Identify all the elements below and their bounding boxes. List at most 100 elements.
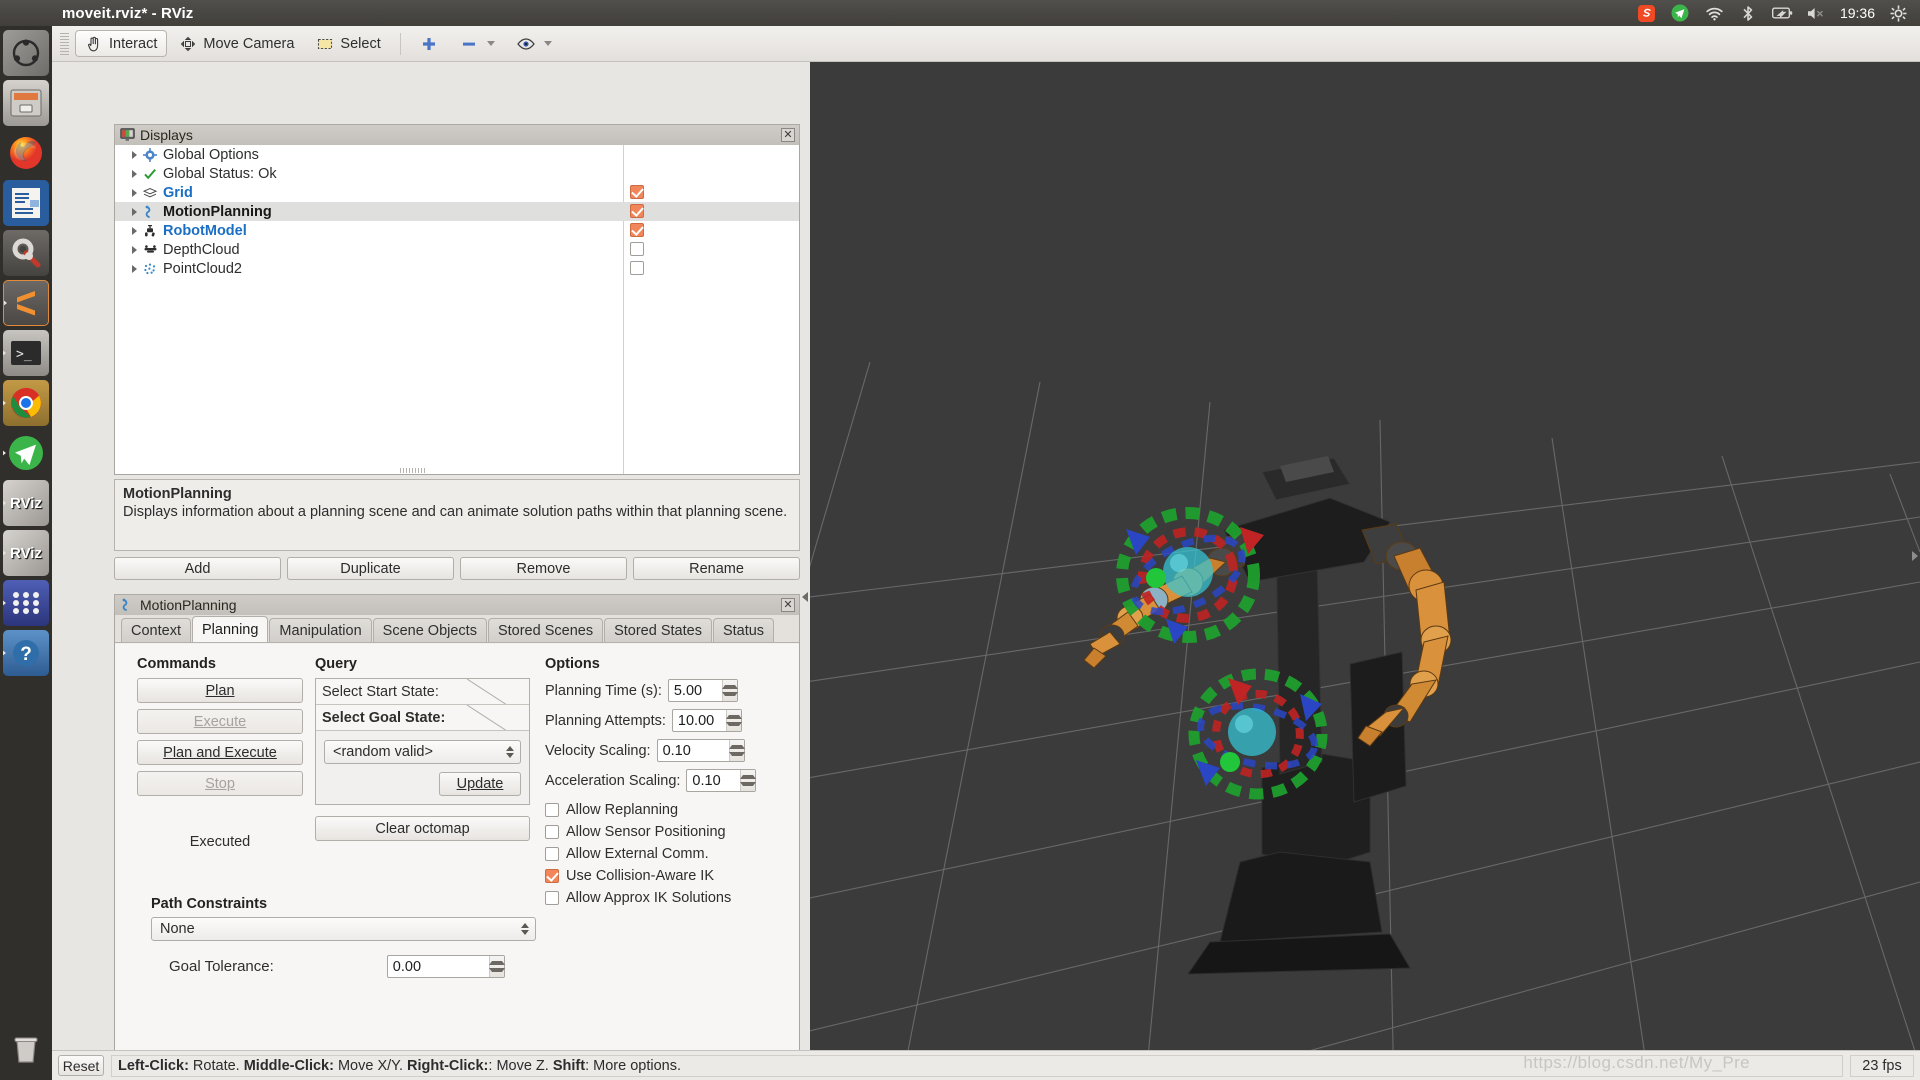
clear-octomap-button[interactable]: Clear octomap [315,816,530,841]
tool-move-camera[interactable]: Move Camera [169,30,304,57]
tree-row[interactable]: PointCloud2 [115,259,799,278]
close-icon[interactable]: ✕ [781,598,795,612]
power-gear-icon[interactable] [1888,3,1909,24]
tab-status[interactable]: Status [712,618,775,642]
tree-item-checkbox[interactable] [630,242,644,256]
remove-tool-button[interactable] [450,30,505,57]
toolbar-drag-handle[interactable] [60,32,69,55]
allow-sensor-positioning-checkbox[interactable] [545,825,559,839]
expand-arrow-icon[interactable] [127,245,141,254]
tree-row[interactable]: RobotModel [115,221,799,240]
expand-arrow-icon[interactable] [127,226,141,235]
tree-item-checkbox[interactable] [630,261,644,275]
launcher-item-trash[interactable] [3,1026,49,1072]
tab-manipulation[interactable]: Manipulation [269,618,372,642]
launcher-item-libreoffice-writer[interactable] [3,180,49,226]
viewport-panel-expand-arrow[interactable] [1912,551,1918,561]
sogou-ime-icon[interactable] [1636,3,1657,24]
launcher-item-help[interactable]: ? [3,630,49,676]
close-icon[interactable]: ✕ [781,128,795,142]
chevron-down-icon[interactable] [486,41,495,46]
displays-tree[interactable]: Global Options Global Status: Ok Grid Mo… [114,145,800,475]
dock-splitter-handle[interactable] [801,582,809,612]
spinner-arrows-icon[interactable] [506,746,516,758]
tab-context[interactable]: Context [121,618,191,642]
tree-row[interactable]: Global Options [115,145,799,164]
launcher-item-system-tools[interactable] [3,230,49,276]
expand-arrow-icon[interactable] [127,188,141,197]
planning-attempts-spinbox[interactable]: 10.00 [671,709,742,732]
allow-replanning-row[interactable]: Allow Replanning [545,802,785,818]
spinner-arrows-icon[interactable] [488,956,505,977]
plan-button[interactable]: Plan [137,678,303,703]
allow-approx-ik-solutions-checkbox[interactable] [545,891,559,905]
stop-button[interactable]: Stop [137,771,303,796]
tab-stored-states[interactable]: Stored States [604,618,712,642]
add-display-button[interactable]: Add [114,557,281,580]
tree-item-checkbox[interactable] [630,185,644,199]
allow-external-comm-checkbox[interactable] [545,847,559,861]
add-tool-button[interactable] [410,30,448,57]
tree-row[interactable]: MotionPlanning [115,202,799,221]
duplicate-display-button[interactable]: Duplicate [287,557,454,580]
telegram-icon[interactable] [1670,3,1691,24]
tool-select[interactable]: Select [306,30,390,57]
clock[interactable]: 19:36 [1840,5,1875,21]
launcher-item-telegram[interactable] [3,430,49,476]
allow-sensor-positioning-row[interactable]: Allow Sensor Positioning [545,824,785,840]
launcher-item-google-chrome[interactable] [3,380,49,426]
acceleration-scaling-spinbox[interactable]: 0.10 [686,769,757,792]
launcher-item-workspace-switcher[interactable] [3,580,49,626]
tree-item-checkbox[interactable] [630,223,644,237]
rename-display-button[interactable]: Rename [633,557,800,580]
launcher-item-firefox[interactable] [3,130,49,176]
tree-row[interactable]: Grid [115,183,799,202]
spinner-arrows-icon[interactable] [721,680,738,701]
focus-camera-button[interactable] [507,30,562,57]
select-start-state-row[interactable]: Select Start State: [316,679,529,705]
expand-arrow-icon[interactable] [127,150,141,159]
goal-tolerance-spinbox[interactable]: 0.00 [386,955,505,978]
use-collision-aware-ik-checkbox[interactable] [545,869,559,883]
rviz-3d-viewport[interactable] [810,62,1920,1050]
spinner-arrows-icon[interactable] [740,770,757,791]
battery-icon[interactable] [1771,3,1793,24]
reset-button[interactable]: Reset [58,1055,104,1076]
launcher-item-ubuntu-dash[interactable] [3,30,49,76]
wifi-icon[interactable] [1704,3,1725,24]
launcher-item-files[interactable] [3,80,49,126]
spinner-arrows-icon[interactable] [725,710,742,731]
tree-item-checkbox[interactable] [630,204,644,218]
tab-stored-scenes[interactable]: Stored Scenes [487,618,604,642]
spinner-arrows-icon[interactable] [521,923,531,935]
tab-scene-objects[interactable]: Scene Objects [372,618,487,642]
bluetooth-icon[interactable] [1738,3,1759,24]
allow-approx-ik-solutions-row[interactable]: Allow Approx IK Solutions [545,890,785,906]
planning-time-spinbox[interactable]: 5.00 [667,679,738,702]
velocity-scaling-spinbox[interactable]: 0.10 [656,739,745,762]
allow-replanning-checkbox[interactable] [545,803,559,817]
expand-arrow-icon[interactable] [127,207,141,216]
volume-muted-icon[interactable] [1806,3,1827,24]
select-goal-state-row[interactable]: Select Goal State: [316,705,529,731]
remove-display-button[interactable]: Remove [460,557,627,580]
chevron-down-icon[interactable] [543,41,552,46]
execute-button[interactable]: Execute [137,709,303,734]
tree-row[interactable]: DepthCloud [115,240,799,259]
tab-planning[interactable]: Planning [191,616,269,642]
use-collision-aware-ik-row[interactable]: Use Collision-Aware IK [545,868,785,884]
tree-row[interactable]: Global Status: Ok [115,164,799,183]
path-constraints-select[interactable]: None [151,917,536,941]
tool-interact[interactable]: Interact [75,30,168,57]
plan-and-execute-button[interactable]: Plan and Execute [137,740,303,765]
expand-arrow-icon[interactable] [127,169,141,178]
update-button[interactable]: Update [439,772,521,796]
expand-arrow-icon[interactable] [127,264,141,273]
allow-external-comm-row[interactable]: Allow External Comm. [545,846,785,862]
spinner-arrows-icon[interactable] [728,740,745,761]
goal-state-select[interactable]: <random valid> [324,740,521,764]
launcher-item-rviz-1[interactable]: RViz [3,480,49,526]
launcher-item-sublime-text[interactable] [3,280,49,326]
launcher-item-terminal[interactable]: >_ [3,330,49,376]
launcher-item-rviz-2[interactable]: RViz [3,530,49,576]
